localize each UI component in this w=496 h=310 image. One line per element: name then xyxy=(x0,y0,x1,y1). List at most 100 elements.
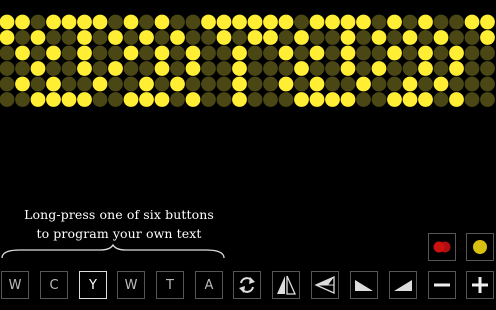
led-dot-lit xyxy=(154,14,170,30)
led-dot-dim xyxy=(371,14,387,30)
speed-slow-icon xyxy=(355,280,373,291)
led-dot-lit xyxy=(387,45,402,61)
led-dot-dim xyxy=(387,30,402,45)
led-dot-lit xyxy=(294,92,309,107)
led-dot-dim xyxy=(61,45,77,61)
led-dot-lit xyxy=(46,92,61,107)
led-dot-dim xyxy=(232,30,247,45)
led-dot-dim xyxy=(449,14,464,30)
led-dot-dim xyxy=(247,45,263,61)
led-dot-dim xyxy=(449,30,464,45)
led-dot-lit xyxy=(340,45,356,61)
led-dot-dim xyxy=(201,92,216,107)
led-dot-dim xyxy=(0,92,15,107)
led-dot-dim xyxy=(402,45,418,61)
led-dot-dim xyxy=(170,45,185,61)
led-dot-lit xyxy=(123,14,139,30)
led-dot-lit xyxy=(15,14,30,30)
led-dot-dim xyxy=(139,45,154,61)
led-dot-lit xyxy=(108,30,123,45)
led-dot-dim xyxy=(139,14,154,30)
led-dot-dim xyxy=(294,14,309,30)
decrease-button[interactable] xyxy=(428,271,456,299)
led-dot-dim xyxy=(371,45,387,61)
led-dot-dim xyxy=(418,76,433,92)
preset-button-6[interactable]: A xyxy=(195,271,223,299)
led-dot-lit xyxy=(154,61,170,76)
led-dot-dim xyxy=(402,14,418,30)
increase-button[interactable] xyxy=(466,271,494,299)
led-dot-lit xyxy=(123,45,139,61)
led-dot-dim xyxy=(263,45,278,61)
led-dot-dim xyxy=(201,61,216,76)
led-dot-lit xyxy=(46,14,61,30)
led-dot-dim xyxy=(201,45,216,61)
scroll-direction-button[interactable] xyxy=(311,271,339,299)
led-dot-lit xyxy=(185,61,201,76)
led-dot-dim xyxy=(123,76,139,92)
led-dot-lit xyxy=(46,45,61,61)
speed-slow-button[interactable] xyxy=(350,271,378,299)
led-dot-lit xyxy=(77,30,92,45)
led-dot-dim xyxy=(15,61,30,76)
led-display xyxy=(0,14,495,107)
led-dot-lit xyxy=(464,14,480,30)
preset-button-5[interactable]: T xyxy=(156,271,184,299)
led-dot-dim xyxy=(201,76,216,92)
led-dot-dim xyxy=(464,92,480,107)
led-dot-lit xyxy=(402,76,418,92)
led-dot-lit xyxy=(15,76,30,92)
led-dot-dim xyxy=(325,76,340,92)
preset-button-1[interactable]: W xyxy=(1,271,29,299)
led-dot-lit xyxy=(30,92,46,107)
preset-button-2[interactable]: C xyxy=(40,271,68,299)
preset-button-3[interactable]: Y xyxy=(79,271,107,299)
led-dot-dim xyxy=(387,61,402,76)
led-dot-lit xyxy=(201,14,216,30)
led-dot-lit xyxy=(418,61,433,76)
led-dot-dim xyxy=(433,45,449,61)
led-dot-lit xyxy=(402,92,418,107)
led-dot-dim xyxy=(0,45,15,61)
led-dot-dim xyxy=(356,45,371,61)
led-dot-lit xyxy=(232,61,247,76)
repeat-button[interactable] xyxy=(233,271,261,299)
led-dot-lit xyxy=(449,92,464,107)
led-dot-lit xyxy=(340,61,356,76)
led-dot-lit xyxy=(30,30,46,45)
brace-decoration xyxy=(1,244,225,259)
led-dot-dim xyxy=(247,92,263,107)
led-dot-lit xyxy=(46,76,61,92)
led-dot-dim xyxy=(108,45,123,61)
led-dot-lit xyxy=(418,92,433,107)
led-dot-dim xyxy=(108,14,123,30)
led-dot-dim xyxy=(464,76,480,92)
flip-icon xyxy=(277,275,297,295)
led-dot-lit xyxy=(325,92,340,107)
led-dot-dim xyxy=(216,92,232,107)
led-dot-lit xyxy=(61,92,77,107)
red-color-button[interactable] xyxy=(428,233,456,261)
led-dot-dim xyxy=(433,14,449,30)
led-dot-lit xyxy=(185,45,201,61)
led-dot-dim xyxy=(433,61,449,76)
led-dot-lit xyxy=(108,61,123,76)
led-dot-dim xyxy=(356,92,371,107)
speed-fast-button[interactable] xyxy=(389,271,417,299)
led-dot-lit xyxy=(0,30,15,45)
led-dot-dim xyxy=(108,76,123,92)
led-dot-dim xyxy=(325,45,340,61)
led-dot-lit xyxy=(0,14,15,30)
preset-button-4[interactable]: W xyxy=(117,271,145,299)
led-dot-lit xyxy=(139,92,154,107)
repeat-icon xyxy=(239,277,255,293)
minus-icon xyxy=(434,283,450,287)
red-dots-icon xyxy=(433,241,451,253)
flip-button[interactable] xyxy=(272,271,300,299)
led-dot-lit xyxy=(30,61,46,76)
yellow-color-button[interactable] xyxy=(466,233,494,261)
led-dot-dim xyxy=(278,61,294,76)
led-dot-dim xyxy=(0,61,15,76)
led-dot-lit xyxy=(418,45,433,61)
led-dot-lit xyxy=(449,61,464,76)
